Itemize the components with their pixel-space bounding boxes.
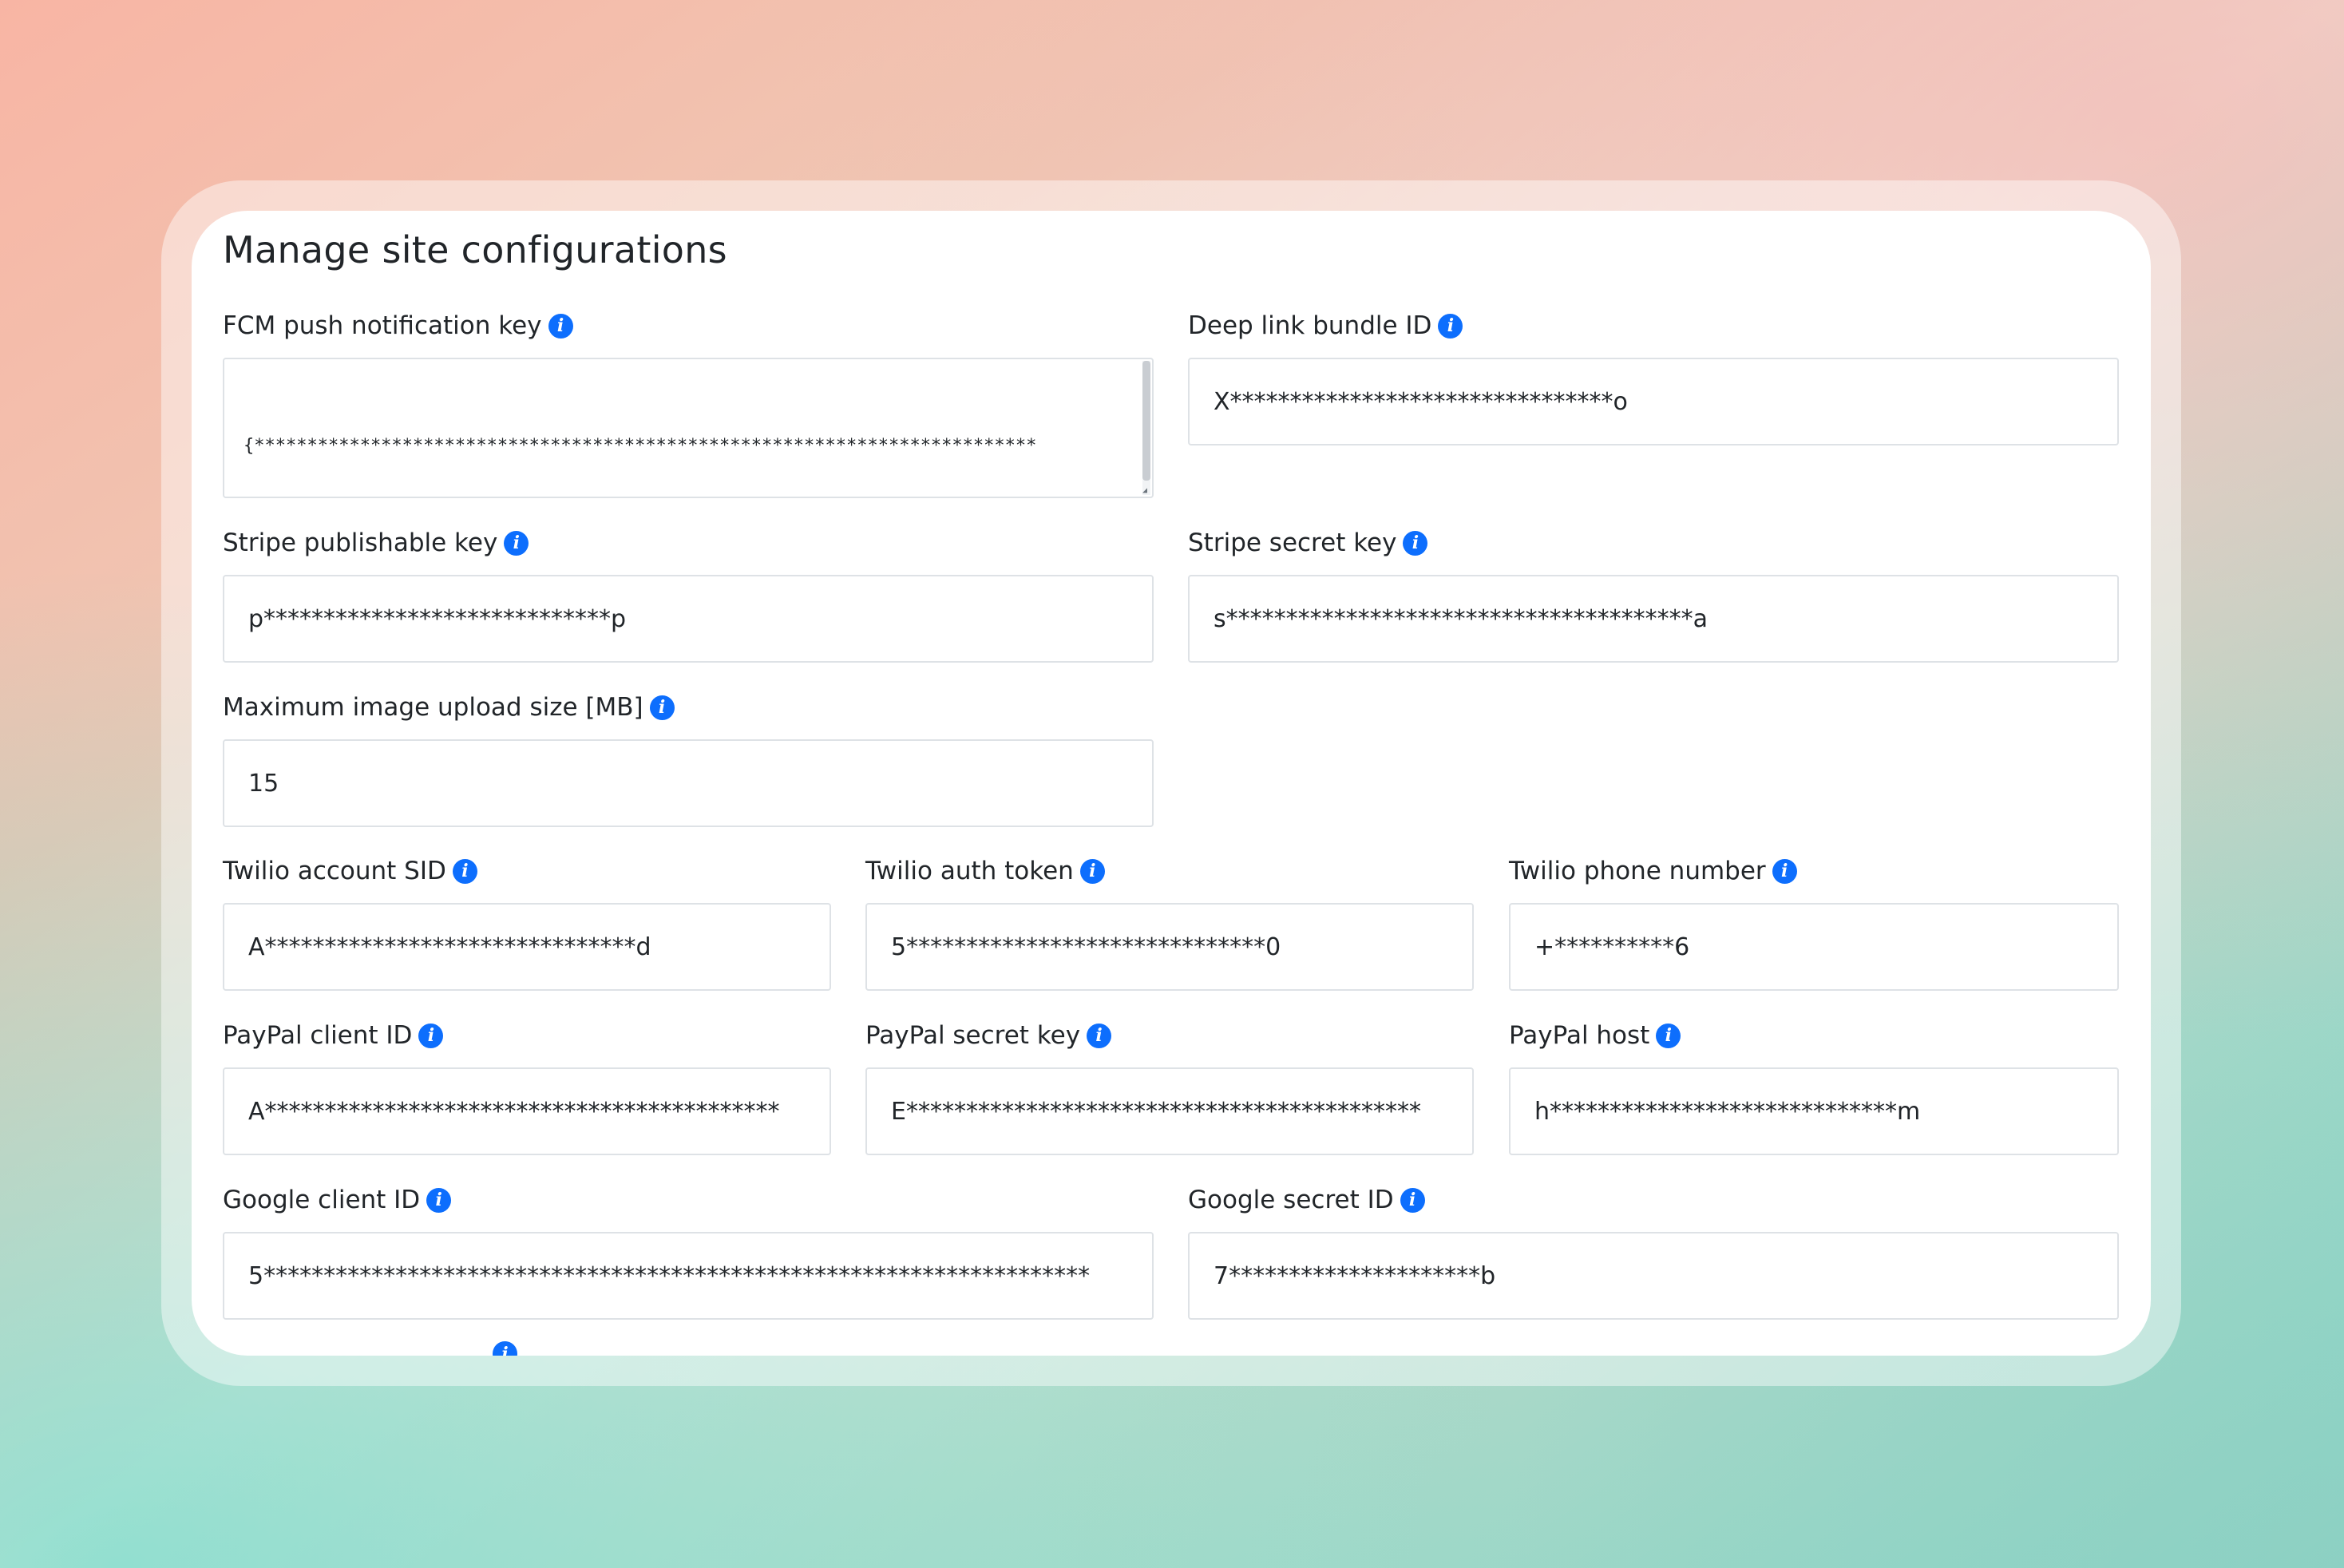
stripe-publishable-key-input[interactable]: p*****************************p <box>223 575 1154 663</box>
field-fcm-push-notification-key: FCM push notification key i {***********… <box>223 308 1154 498</box>
field-label: PayPal client ID <box>223 1021 413 1050</box>
page-title: Manage site configurations <box>223 228 727 271</box>
twilio-auth-token-input[interactable]: 5******************************0 <box>865 903 1474 991</box>
cut-off-label-text <box>223 1343 486 1356</box>
field-label-row: FCM push notification key i <box>223 308 1154 343</box>
info-icon[interactable]: i <box>548 313 573 339</box>
next-field-label-cut-off: i <box>223 1341 517 1356</box>
field-maximum-image-upload-size: Maximum image upload size [MB] i 15 <box>223 690 1154 827</box>
field-label-row: Twilio auth token i <box>865 853 1474 889</box>
field-deep-link-bundle-id: Deep link bundle ID i X*****************… <box>1188 308 2119 445</box>
stripe-secret-key-input[interactable]: s***************************************… <box>1188 575 2119 663</box>
info-icon[interactable]: i <box>1403 530 1428 556</box>
paypal-host-input[interactable]: h*****************************m <box>1509 1067 2119 1155</box>
textarea-line: {***************************************… <box>244 436 1037 456</box>
field-label-row: Maximum image upload size [MB] i <box>223 690 1154 725</box>
field-label-row: Google client ID i <box>223 1182 1154 1218</box>
site-configuration-card: Manage site configurations FCM push noti… <box>192 211 2151 1356</box>
field-paypal-client-id: PayPal client ID i A********************… <box>223 1018 831 1155</box>
field-label: Deep link bundle ID <box>1188 311 1432 340</box>
twilio-account-sid-input[interactable]: A*******************************d <box>223 903 831 991</box>
paypal-client-id-input[interactable]: A***************************************… <box>223 1067 831 1155</box>
field-paypal-secret-key: PayPal secret key i E*******************… <box>865 1018 1474 1155</box>
info-icon[interactable]: i <box>1656 1023 1681 1048</box>
fcm-push-notification-key-textarea[interactable]: {***************************************… <box>223 358 1154 498</box>
field-label: Google secret ID <box>1188 1186 1394 1214</box>
field-label: Maximum image upload size [MB] <box>223 693 643 722</box>
field-google-secret-id: Google secret ID i 7********************… <box>1188 1182 2119 1320</box>
scrollbar-thumb[interactable] <box>1142 361 1150 481</box>
field-label: Stripe secret key <box>1188 529 1397 557</box>
info-icon[interactable]: i <box>649 695 675 720</box>
info-icon[interactable]: i <box>493 1341 517 1356</box>
field-label-row: PayPal host i <box>1509 1018 2119 1053</box>
info-icon[interactable]: i <box>1772 858 1797 884</box>
deep-link-bundle-id-input[interactable]: X********************************o <box>1188 358 2119 445</box>
field-label-row: Stripe secret key i <box>1188 525 2119 560</box>
info-icon[interactable]: i <box>1400 1187 1425 1213</box>
field-twilio-phone-number: Twilio phone number i +**********6 <box>1509 853 2119 991</box>
field-google-client-id: Google client ID i 5********************… <box>223 1182 1154 1320</box>
field-label-row: Deep link bundle ID i <box>1188 308 2119 343</box>
field-label-row: Twilio phone number i <box>1509 853 2119 889</box>
google-secret-id-input[interactable]: 7*********************b <box>1188 1232 2119 1320</box>
resize-handle-icon[interactable]: ◢ <box>1142 487 1150 495</box>
textarea-scrollbar[interactable] <box>1142 361 1150 495</box>
twilio-phone-number-input[interactable]: +**********6 <box>1509 903 2119 991</box>
field-label-row: Twilio account SID i <box>223 853 831 889</box>
field-stripe-publishable-key: Stripe publishable key i p**************… <box>223 525 1154 663</box>
field-label: Google client ID <box>223 1186 421 1214</box>
field-stripe-secret-key: Stripe secret key i s*******************… <box>1188 525 2119 663</box>
field-label: Twilio account SID <box>223 857 446 885</box>
info-icon[interactable]: i <box>1438 313 1463 339</box>
field-label: FCM push notification key <box>223 311 542 340</box>
field-label: Twilio auth token <box>865 857 1074 885</box>
field-label-row: PayPal secret key i <box>865 1018 1474 1053</box>
field-label: PayPal secret key <box>865 1021 1081 1050</box>
maximum-image-upload-size-input[interactable]: 15 <box>223 739 1154 827</box>
field-paypal-host: PayPal host i h*************************… <box>1509 1018 2119 1155</box>
info-icon[interactable]: i <box>418 1023 444 1048</box>
field-twilio-account-sid: Twilio account SID i A******************… <box>223 853 831 991</box>
info-icon[interactable]: i <box>1087 1023 1112 1048</box>
paypal-secret-key-input[interactable]: E***************************************… <box>865 1067 1474 1155</box>
google-client-id-input[interactable]: 5***************************************… <box>223 1232 1154 1320</box>
field-label: Stripe publishable key <box>223 529 498 557</box>
field-label-row: PayPal client ID i <box>223 1018 831 1053</box>
field-label-row: Stripe publishable key i <box>223 525 1154 560</box>
field-twilio-auth-token: Twilio auth token i 5*******************… <box>865 853 1474 991</box>
field-label-row: Google secret ID i <box>1188 1182 2119 1218</box>
info-icon[interactable]: i <box>426 1187 452 1213</box>
info-icon[interactable]: i <box>1079 858 1105 884</box>
info-icon[interactable]: i <box>452 858 477 884</box>
field-label: PayPal host <box>1509 1021 1650 1050</box>
field-label: Twilio phone number <box>1509 857 1766 885</box>
info-icon[interactable]: i <box>504 530 529 556</box>
